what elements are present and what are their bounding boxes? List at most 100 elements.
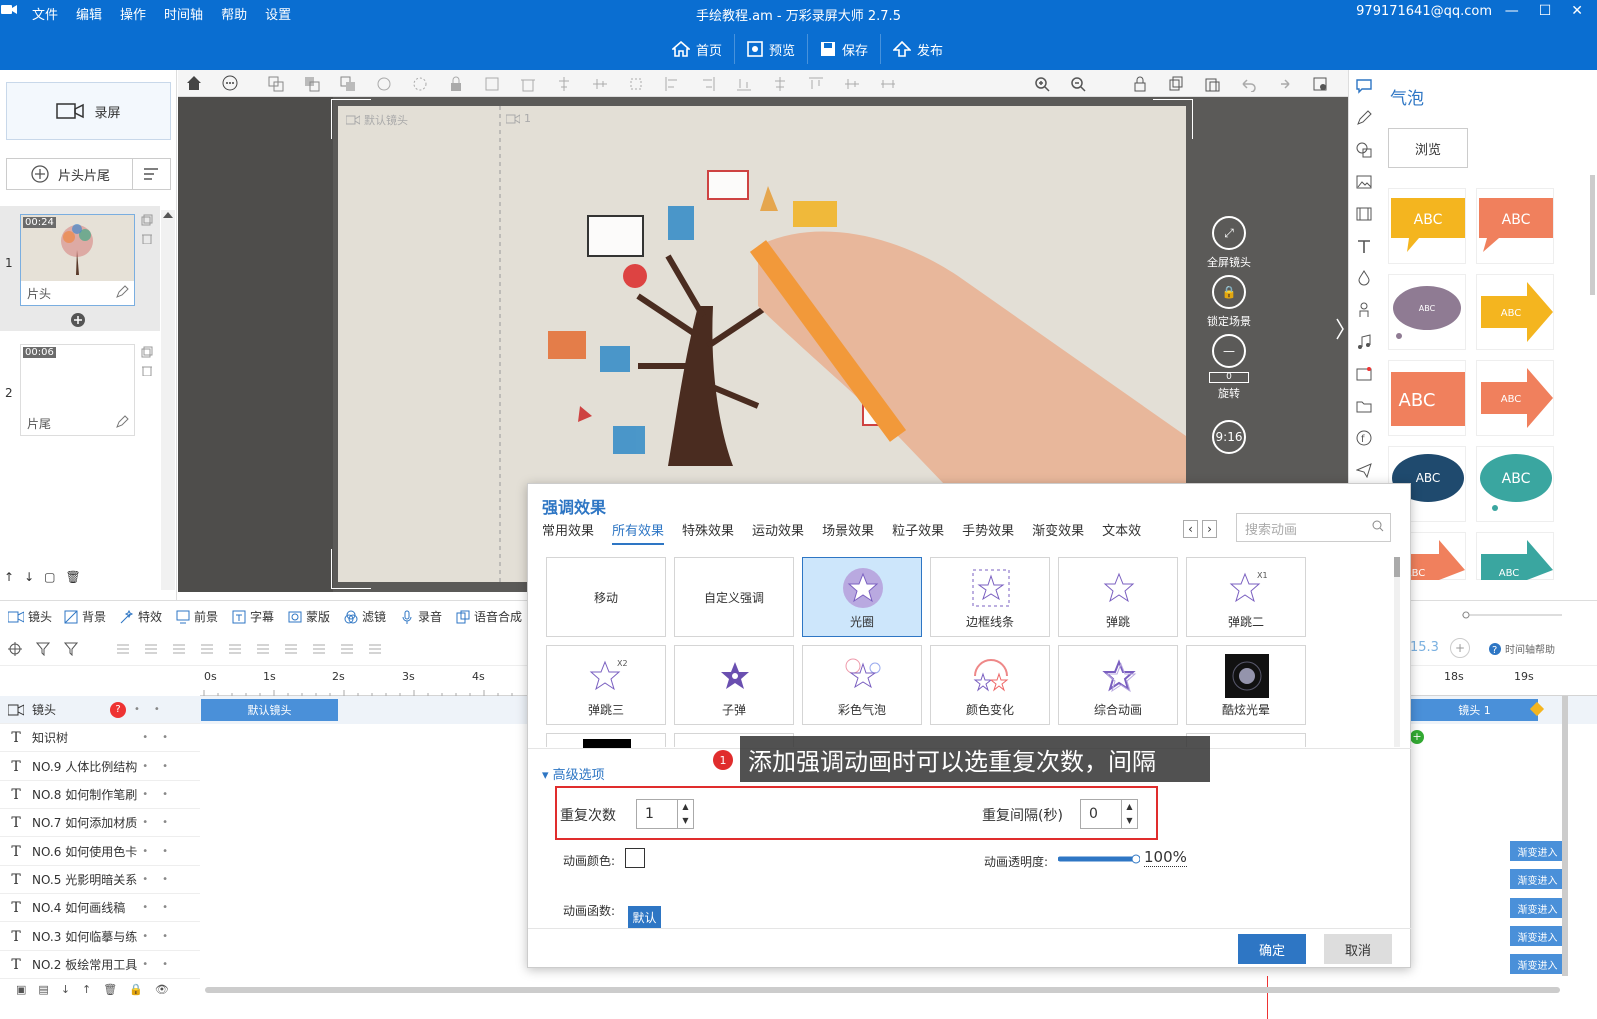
space-icon[interactable]	[880, 76, 896, 92]
default-camera-block[interactable]: 默认镜头	[201, 699, 338, 721]
delete-icon[interactable]: 🗑	[65, 570, 80, 584]
track-row[interactable]: T NO.6 如何使用色卡 ••	[0, 838, 200, 866]
folder-icon[interactable]: ▤	[38, 983, 48, 996]
track-toggles[interactable]: ••	[142, 732, 182, 743]
tab-scene[interactable]: 场景效果	[822, 520, 874, 545]
align-icon[interactable]	[256, 642, 270, 656]
rotate-button[interactable]: — 0 旋转	[1199, 334, 1259, 401]
drop-icon[interactable]	[1356, 270, 1372, 286]
effect-bounce-3[interactable]: X2 弹跳三	[546, 645, 666, 725]
bubble-item[interactable]: ABC	[1388, 188, 1466, 264]
person-icon[interactable]	[1356, 302, 1372, 318]
bubble-item[interactable]: ABC	[1476, 532, 1554, 580]
align-right-icon[interactable]	[700, 76, 716, 92]
copy-icon[interactable]	[141, 214, 153, 226]
align-top-icon[interactable]	[808, 76, 824, 92]
track-toggles[interactable]: ••	[134, 704, 174, 715]
align-icon[interactable]	[144, 642, 158, 656]
align-icon[interactable]	[172, 642, 186, 656]
gallery-icon[interactable]	[1356, 366, 1372, 382]
collapse-panel-handle[interactable]	[1333, 294, 1347, 364]
music-icon[interactable]	[1356, 334, 1372, 350]
undo-icon[interactable]	[1240, 76, 1256, 92]
effect-grid-scrollbar[interactable]	[1394, 557, 1400, 747]
tab-text[interactable]: 文本效	[1102, 520, 1141, 545]
duplicate-icon[interactable]: ▢	[44, 570, 55, 584]
scene-scrollbar[interactable]	[161, 210, 175, 590]
stepper-arrows-icon[interactable]: ▲ ▼	[677, 800, 693, 828]
aspect-ratio-button[interactable]: 9:16	[1199, 420, 1259, 458]
effect-custom-emphasis[interactable]: 自定义强调	[674, 557, 794, 637]
track-toggles[interactable]: ••	[142, 789, 182, 800]
bubble-item[interactable]: ABC	[1476, 360, 1554, 436]
track-background[interactable]: 背景	[64, 608, 106, 625]
align-bottom-icon[interactable]	[736, 76, 752, 92]
effect-combined[interactable]: 综合动画	[1058, 645, 1178, 725]
tab-motion[interactable]: 运动效果	[752, 520, 804, 545]
track-row[interactable]: T NO.3 如何临摹与练 ••	[0, 923, 200, 951]
edit-icon[interactable]	[115, 285, 129, 299]
publish-button[interactable]: 发布	[881, 34, 955, 64]
image-icon[interactable]	[1356, 174, 1372, 190]
transition-block[interactable]: 渐变进入	[1510, 869, 1565, 889]
transition-block[interactable]: 渐变进入	[1510, 841, 1565, 861]
align-hcenter-icon[interactable]	[844, 76, 860, 92]
track-row[interactable]: T NO.4 如何画线稿 ••	[0, 894, 200, 922]
settings-icon[interactable]	[1312, 76, 1328, 92]
align-icon[interactable]	[200, 642, 214, 656]
track-toggles[interactable]: ••	[142, 846, 182, 857]
transition-block[interactable]: 渐变进入	[1510, 926, 1565, 946]
align-icon[interactable]	[116, 642, 130, 656]
track-subtitle[interactable]: 字幕	[232, 608, 274, 625]
tab-all[interactable]: 所有效果	[612, 520, 665, 545]
effect-bounce[interactable]: 弹跳	[1058, 557, 1178, 637]
move-down-icon[interactable]: ↓	[61, 983, 70, 996]
effect-color-change[interactable]: 颜色变化	[930, 645, 1050, 725]
maximize-icon[interactable]: ☐	[1539, 3, 1552, 19]
effect-border-lines[interactable]: 边框线条	[930, 557, 1050, 637]
video-icon[interactable]	[1356, 206, 1372, 222]
track-row[interactable]: T NO.9 人体比例结构 ••	[0, 753, 200, 781]
formula-icon[interactable]: f	[1356, 430, 1372, 446]
confirm-button[interactable]: 确定	[1238, 934, 1306, 964]
tab-particle[interactable]: 粒子效果	[892, 520, 944, 545]
chevron-right-icon[interactable]: ›	[1202, 520, 1217, 538]
trash-icon[interactable]	[141, 364, 153, 376]
add-scene-icon[interactable]	[70, 312, 86, 328]
stepper-arrows-icon[interactable]: ▲ ▼	[1121, 800, 1137, 828]
eye-icon[interactable]: 👁	[155, 983, 169, 996]
track-foreground[interactable]: 前景	[176, 608, 218, 625]
repeat-count-stepper[interactable]: 1 ▲ ▼	[636, 799, 694, 829]
bubble-item[interactable]: ABC	[1476, 274, 1554, 350]
bubble-icon[interactable]	[1356, 78, 1372, 94]
tab-special[interactable]: 特殊效果	[682, 520, 734, 545]
track-toggles[interactable]: ••	[142, 874, 182, 885]
anim-func-select[interactable]: 默认	[628, 906, 661, 928]
tab-gradient[interactable]: 渐变效果	[1032, 520, 1084, 545]
track-effects[interactable]: 特效	[120, 608, 162, 625]
effect-bullet[interactable]: 子弹	[674, 645, 794, 725]
record-screen-button[interactable]: 录屏	[6, 82, 171, 140]
track-record[interactable]: 录音	[400, 608, 442, 625]
save-button[interactable]: 保存	[808, 34, 882, 64]
copy-icon[interactable]	[1168, 76, 1184, 92]
track-toggles[interactable]: ••	[142, 902, 182, 913]
bubble-item[interactable]: ABC	[1388, 360, 1466, 436]
move-up-icon[interactable]: ↑	[4, 570, 14, 584]
help-icon[interactable]: ?	[110, 701, 127, 718]
add-keyframe-icon[interactable]: +	[1410, 730, 1424, 744]
anim-color-swatch[interactable]	[625, 848, 645, 868]
target-icon[interactable]	[8, 642, 22, 656]
lock-icon[interactable]	[448, 76, 464, 92]
pencil-icon[interactable]	[1356, 110, 1372, 126]
tab-gesture[interactable]: 手势效果	[962, 520, 1014, 545]
track-toggles[interactable]: ••	[142, 761, 182, 772]
home-icon[interactable]	[186, 75, 203, 92]
tab-common[interactable]: 常用效果	[542, 520, 594, 545]
align-icon[interactable]	[228, 642, 242, 656]
trash-icon[interactable]	[141, 232, 153, 244]
close-icon[interactable]: ✕	[1571, 3, 1583, 19]
redo-icon[interactable]	[1276, 76, 1292, 92]
zoom-out-icon[interactable]	[1070, 76, 1086, 92]
text-icon[interactable]	[1356, 238, 1372, 254]
